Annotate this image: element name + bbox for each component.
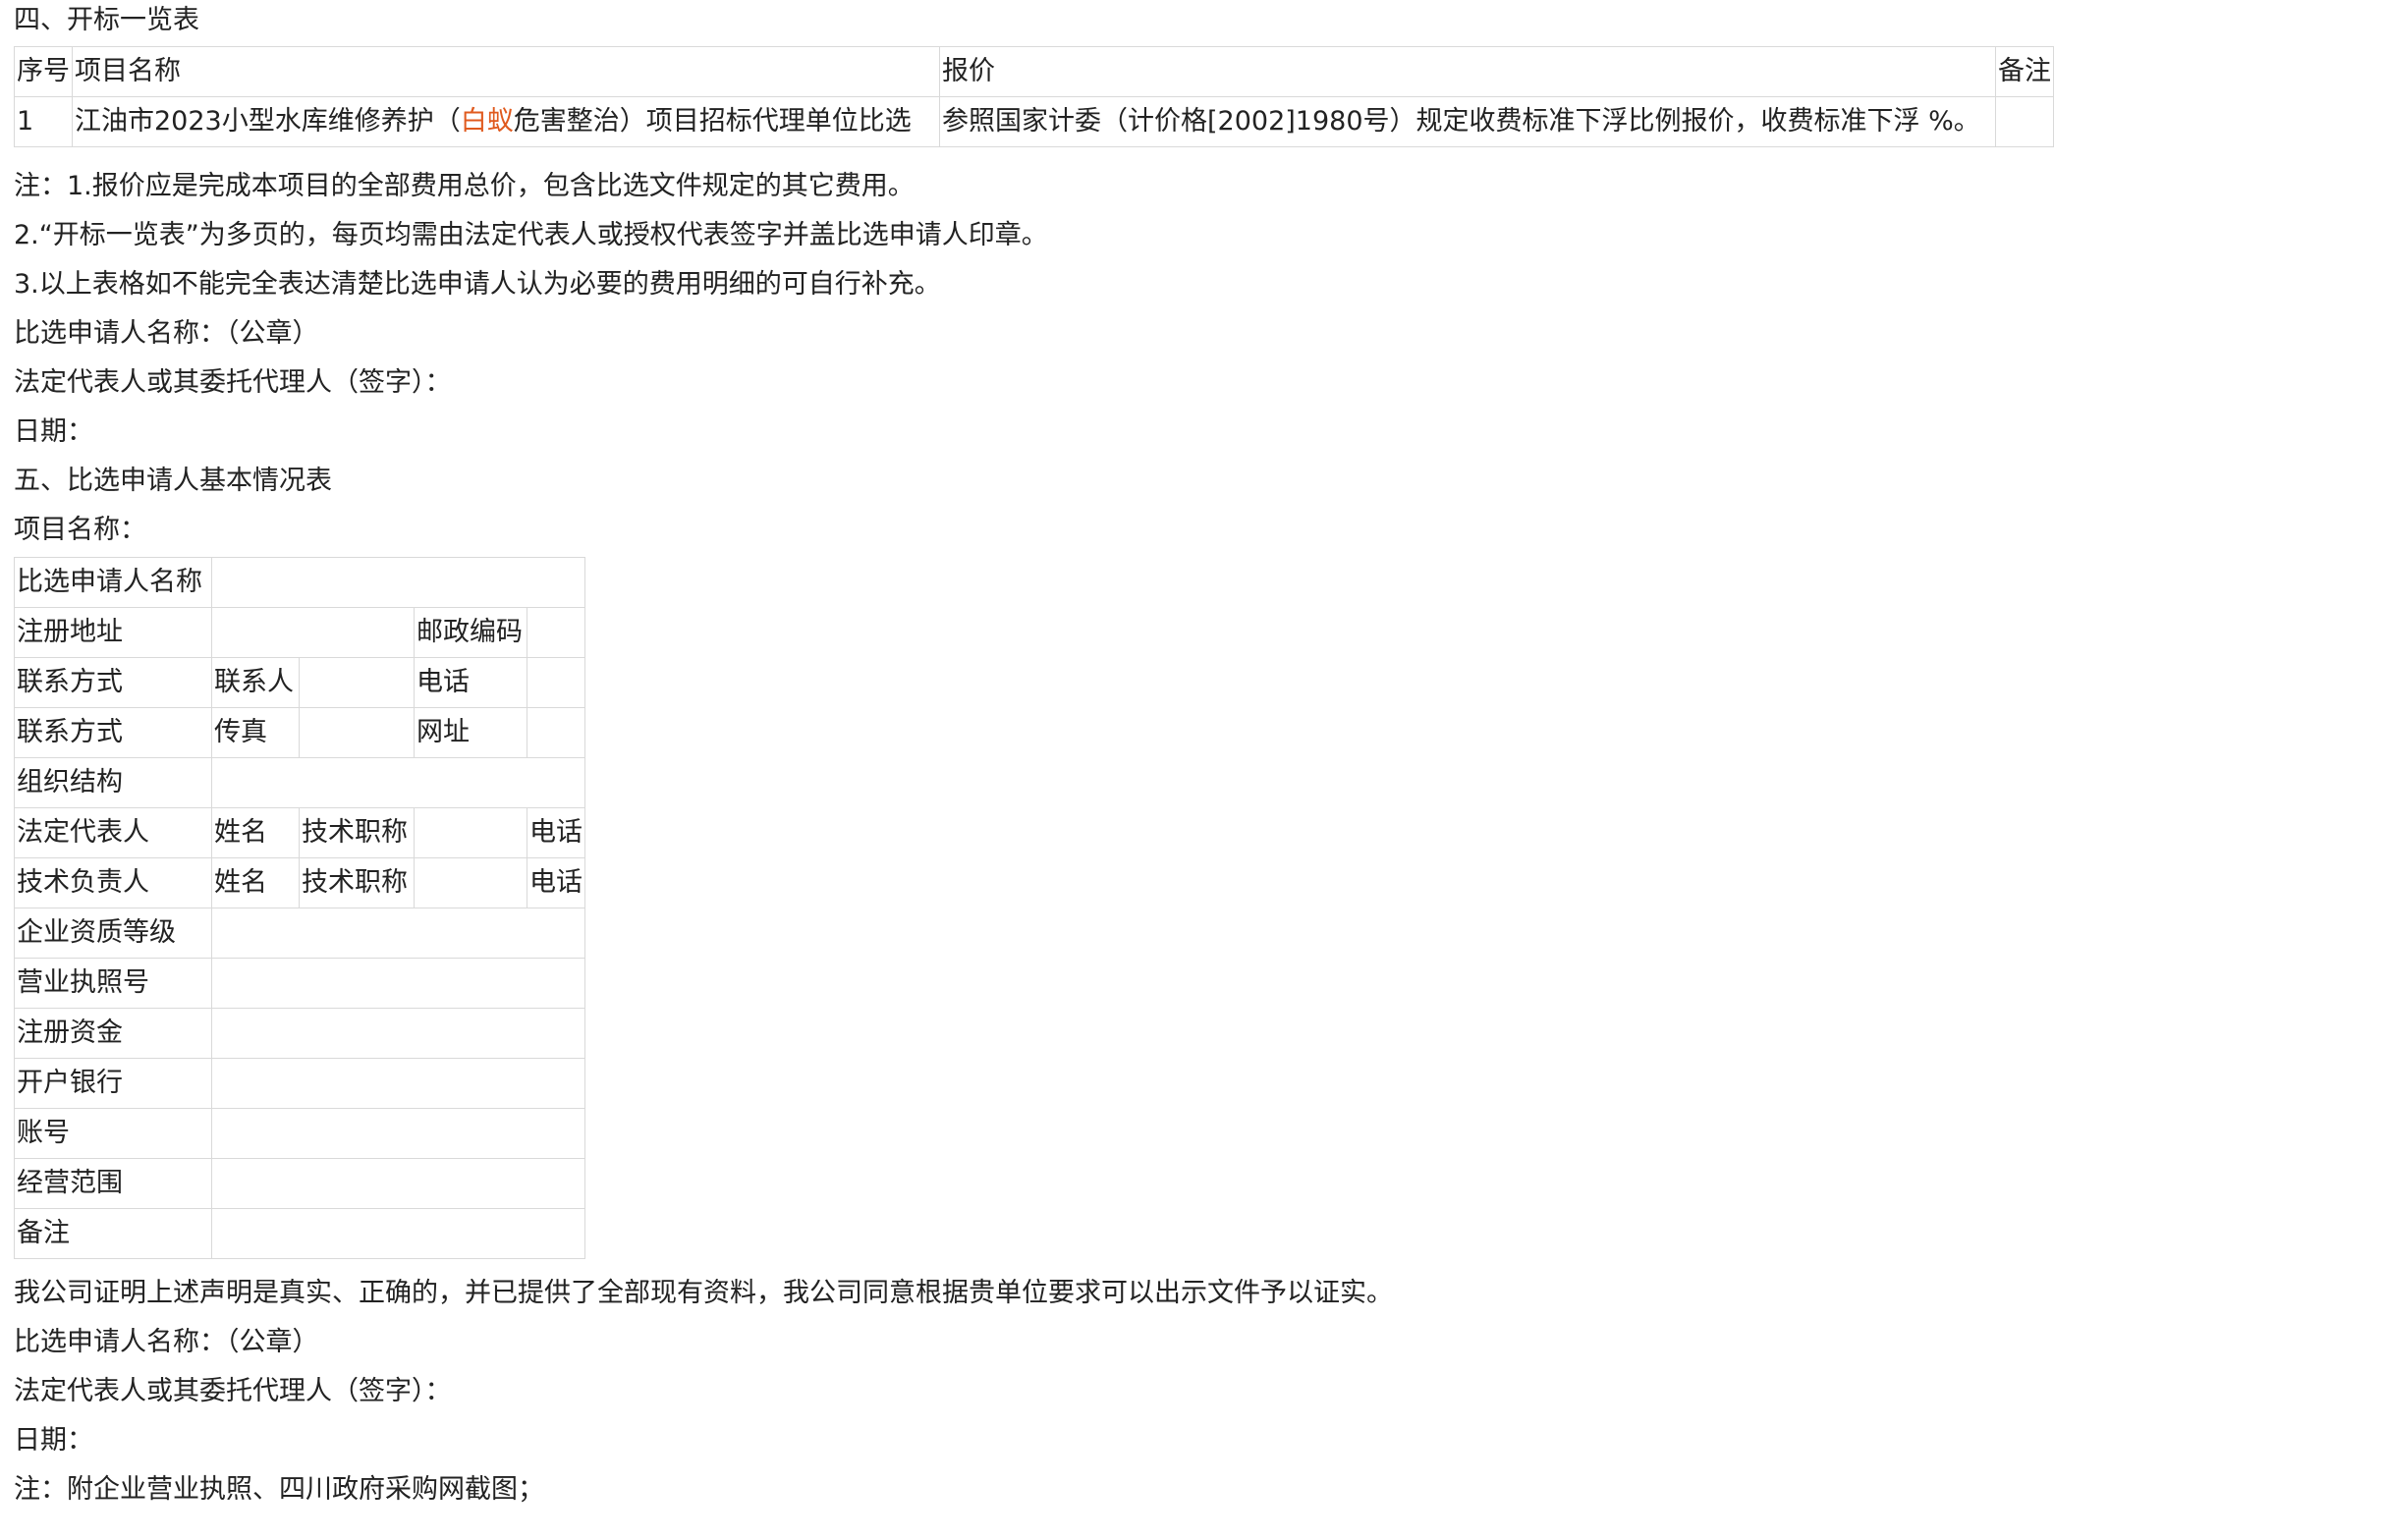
cell-account-label: 账号 xyxy=(14,1108,212,1159)
cell-fax-value xyxy=(299,707,415,758)
table-row: 技术负责人 姓名 技术职称 电话 xyxy=(14,857,586,908)
note-2: 2.“开标一览表”为多页的，每页均需由法定代表人或授权代表签字并盖比选申请人印章… xyxy=(14,220,1048,250)
cell-legal-rep-phone: 电话 xyxy=(526,807,586,858)
project-name-label: 项目名称： xyxy=(14,515,146,545)
cell-qualification-value xyxy=(210,908,586,959)
attachment-note: 注：附企业营业执照、四川政府采购网截图； xyxy=(14,1474,544,1505)
representative-line: 法定代表人或其委托代理人（签字）： xyxy=(14,367,452,398)
notes-block: 注：1.报价应是完成本项目的全部费用总价，包含比选文件规定的其它费用。 2.“开… xyxy=(14,162,2371,555)
date-line: 日期： xyxy=(14,416,93,447)
cell-address-value xyxy=(211,607,415,658)
table-row: 法定代表人 姓名 技术职称 电话 xyxy=(14,807,586,858)
cell-bank-value xyxy=(210,1058,586,1109)
cell-remark-value xyxy=(210,1208,586,1259)
cell-qualification-label: 企业资质等级 xyxy=(14,908,212,959)
project-name-suffix: 危害整治）项目招标代理单位比选 xyxy=(513,106,912,138)
applicant-info-table: 比选申请人名称 注册地址 邮政编码 联系方式 联系人 电话 联系方式 传真 网址… xyxy=(14,557,586,1259)
cell-organization-value xyxy=(210,757,586,808)
declaration-block: 我公司证明上述声明是真实、正确的，并已提供了全部现有资料，我公司同意根据贵单位要… xyxy=(14,1269,2371,1514)
cell-postcode-label: 邮政编码 xyxy=(414,607,527,658)
cell-account-value xyxy=(210,1108,586,1159)
cell-legal-rep-title-label: 技术职称 xyxy=(299,807,415,858)
cell-legal-rep-title-value xyxy=(414,807,527,858)
applicant-name-line-2: 比选申请人名称：（公章） xyxy=(14,1327,319,1357)
cell-capital-value xyxy=(210,1008,586,1059)
cell-applicant-label: 比选申请人名称 xyxy=(14,557,212,608)
note-1: 注：1.报价应是完成本项目的全部费用总价，包含比选文件规定的其它费用。 xyxy=(14,171,915,201)
cell-website-value xyxy=(526,707,586,758)
project-name-prefix: 江油市2023小型水库维修养护（ xyxy=(75,106,461,138)
section-5-title: 五、比选申请人基本情况表 xyxy=(14,466,332,496)
applicant-name-line: 比选申请人名称：（公章） xyxy=(14,318,319,349)
cell-license-value xyxy=(210,958,586,1009)
table-row: 企业资质等级 xyxy=(14,908,586,959)
table-row: 备注 xyxy=(14,1208,586,1259)
table-row: 经营范围 xyxy=(14,1158,586,1209)
note-3: 3.以上表格如不能完全表达清楚比选申请人认为必要的费用明细的可自行补充。 xyxy=(14,269,941,300)
table-header-row: 序号 项目名称 报价 备注 xyxy=(14,46,2054,97)
cell-address-label: 注册地址 xyxy=(14,607,212,658)
header-project-name: 项目名称 xyxy=(72,46,940,97)
declaration-text: 我公司证明上述声明是真实、正确的，并已提供了全部现有资料，我公司同意根据贵单位要… xyxy=(14,1278,1393,1308)
row-index: 1 xyxy=(14,96,73,147)
row-price: 参照国家计委（计价格[2002]1980号）规定收费标准下浮比例报价，收费标准下… xyxy=(939,96,1996,147)
cell-contact-label: 联系方式 xyxy=(14,657,212,708)
date-line-2: 日期： xyxy=(14,1425,93,1456)
table-row: 1 江油市2023小型水库维修养护（白蚁危害整治）项目招标代理单位比选 参照国家… xyxy=(14,96,2054,147)
cell-website-label: 网址 xyxy=(414,707,527,758)
table-row: 注册地址 邮政编码 xyxy=(14,607,586,658)
cell-tech-lead-label: 技术负责人 xyxy=(14,857,212,908)
cell-contact-person-label: 联系人 xyxy=(211,657,300,708)
representative-line-2: 法定代表人或其委托代理人（签字）： xyxy=(14,1376,452,1406)
bid-opening-table: 序号 项目名称 报价 备注 1 江油市2023小型水库维修养护（白蚁危害整治）项… xyxy=(14,46,2054,147)
cell-legal-rep-name: 姓名 xyxy=(211,807,300,858)
cell-tech-lead-title-label: 技术职称 xyxy=(299,857,415,908)
document: 四、开标一览表 序号 项目名称 报价 备注 1 江油市2023小型水库维修养护（… xyxy=(14,0,2371,1514)
header-remark: 备注 xyxy=(1995,46,2054,97)
cell-scope-label: 经营范围 xyxy=(14,1158,212,1209)
cell-scope-value xyxy=(210,1158,586,1209)
cell-fax-label: 传真 xyxy=(211,707,300,758)
cell-applicant-value xyxy=(210,557,586,608)
cell-tech-lead-phone: 电话 xyxy=(526,857,586,908)
table-row: 联系方式 联系人 电话 xyxy=(14,657,586,708)
header-index: 序号 xyxy=(14,46,73,97)
table-row: 比选申请人名称 xyxy=(14,557,586,608)
row-project-name: 江油市2023小型水库维修养护（白蚁危害整治）项目招标代理单位比选 xyxy=(72,96,940,147)
cell-postcode-value xyxy=(526,607,586,658)
table-row: 营业执照号 xyxy=(14,958,586,1009)
cell-bank-label: 开户银行 xyxy=(14,1058,212,1109)
cell-legal-rep-label: 法定代表人 xyxy=(14,807,212,858)
cell-contact-label-2: 联系方式 xyxy=(14,707,212,758)
cell-phone-label: 电话 xyxy=(414,657,527,708)
cell-license-label: 营业执照号 xyxy=(14,958,212,1009)
table-row: 联系方式 传真 网址 xyxy=(14,707,586,758)
table-row: 账号 xyxy=(14,1108,586,1159)
cell-capital-label: 注册资金 xyxy=(14,1008,212,1059)
project-name-highlight: 白蚁 xyxy=(460,106,514,138)
table-row: 开户银行 xyxy=(14,1058,586,1109)
section-4-title: 四、开标一览表 xyxy=(14,5,199,35)
table-row: 组织结构 xyxy=(14,757,586,808)
cell-phone-value xyxy=(526,657,586,708)
cell-tech-lead-title-value xyxy=(414,857,527,908)
cell-organization-label: 组织结构 xyxy=(14,757,212,808)
cell-remark-label: 备注 xyxy=(14,1208,212,1259)
table-row: 注册资金 xyxy=(14,1008,586,1059)
header-price: 报价 xyxy=(939,46,1996,97)
cell-contact-person-value xyxy=(299,657,415,708)
cell-tech-lead-name: 姓名 xyxy=(211,857,300,908)
row-remark xyxy=(1995,96,2054,147)
